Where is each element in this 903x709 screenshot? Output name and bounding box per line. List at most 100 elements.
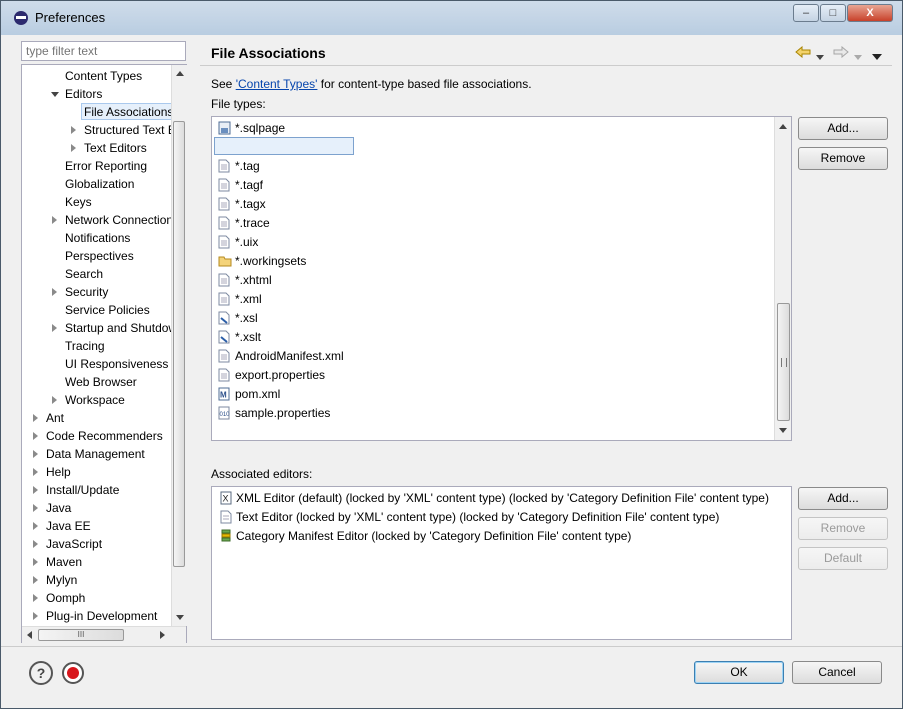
collapsed-chevron-icon[interactable] [52,288,57,296]
category-editor-icon [220,529,232,548]
scroll-right-icon[interactable] [160,631,165,639]
collapsed-chevron-icon[interactable] [33,468,38,476]
collapsed-chevron-icon[interactable] [33,594,38,602]
forward-menu-chevron-icon[interactable] [854,50,862,64]
tree-item[interactable]: File Associations [84,103,173,121]
scroll-up-icon[interactable] [176,71,184,76]
help-icon[interactable]: ? [29,661,53,685]
file-type-name: *.xsl [235,311,258,325]
collapsed-chevron-icon[interactable] [71,126,76,134]
tree-item[interactable]: JavaScript [46,535,102,553]
tree-item[interactable]: Security [65,283,108,301]
collapsed-chevron-icon[interactable] [52,324,57,332]
tree-item[interactable]: Java [46,499,71,517]
tree-item[interactable]: Install/Update [46,481,119,499]
folder-icon [218,254,232,273]
file-types-list[interactable]: *.sqlpageX*.svg*.tag*.tagf*.tagx*.trace*… [211,116,792,441]
text-file-icon [218,292,230,311]
associated-editors-list[interactable]: X XML Editor (default) (locked by 'XML' c… [211,486,792,640]
tree-item[interactable]: Mylyn [46,571,77,589]
preferences-tree[interactable]: Content Types Editors File Associations Str… [21,64,187,643]
tree-item[interactable]: Startup and Shutdow [65,319,177,337]
title-bar[interactable]: Preferences – □ X [1,1,902,35]
tree-horizontal-scrollbar[interactable]: III [22,626,186,643]
tree-item[interactable]: UI Responsiveness M [65,355,182,373]
collapsed-chevron-icon[interactable] [33,576,38,584]
filter-input[interactable] [21,41,186,61]
cancel-button[interactable]: Cancel [792,661,882,684]
scroll-left-icon[interactable] [27,631,32,639]
collapsed-chevron-icon[interactable] [52,396,57,404]
tree-item[interactable]: Keys [65,193,92,211]
tree-item[interactable]: Tracing [65,337,105,355]
default-editor-button[interactable]: Default [798,547,888,570]
text-file-icon [218,159,230,178]
file-type-name: *.uix [235,235,259,249]
collapsed-chevron-icon[interactable] [33,612,38,620]
remove-file-type-button[interactable]: Remove [798,147,888,170]
tree-item[interactable]: Content Types [65,67,142,85]
collapsed-chevron-icon[interactable] [33,558,38,566]
file-type-name: export.properties [235,368,326,382]
tree-item[interactable]: Java EE [46,517,91,535]
tree-item[interactable]: Plug-in Development [46,607,157,625]
tree-item[interactable]: Workspace [65,391,125,409]
filetypes-scroll-up-icon[interactable] [779,124,787,129]
tree-item[interactable]: Service Policies [65,301,150,319]
add-file-type-button[interactable]: Add... [798,117,888,140]
back-arrow-icon[interactable] [795,45,811,61]
filetypes-scroll-thumb[interactable] [777,303,790,421]
collapsed-chevron-icon[interactable] [33,414,38,422]
back-menu-chevron-icon[interactable] [816,50,824,64]
tree-item[interactable]: Code Recommenders [46,427,163,445]
collapsed-chevron-icon[interactable] [33,540,38,548]
tree-item[interactable]: Globalization [65,175,134,193]
collapsed-chevron-icon[interactable] [71,144,76,152]
content-types-link[interactable]: 'Content Types' [236,77,318,91]
maximize-button[interactable]: □ [820,4,846,22]
tree-item[interactable]: Error Reporting [65,157,147,175]
tree-scroll-thumb[interactable] [173,121,185,567]
collapsed-chevron-icon[interactable] [33,522,38,530]
view-menu-icon[interactable] [872,50,882,64]
filetypes-scroll-down-icon[interactable] [779,428,787,433]
text-file-icon [218,197,230,216]
tree-vertical-scrollbar[interactable] [171,65,187,626]
tree-item[interactable]: Notifications [65,229,130,247]
editor-name: Category Manifest Editor (locked by 'Cat… [236,529,632,543]
tree-item[interactable]: Editors [65,85,102,103]
collapsed-chevron-icon[interactable] [33,504,38,512]
collapsed-chevron-icon[interactable] [33,450,38,458]
close-button[interactable]: X [847,4,893,22]
add-editor-button[interactable]: Add... [798,487,888,510]
minimize-button[interactable]: – [793,4,819,22]
file-types-scrollbar[interactable] [774,117,791,440]
collapsed-chevron-icon[interactable] [33,432,38,440]
file-type-selection-highlight [214,137,354,155]
tree-item[interactable]: Help [46,463,71,481]
tree-item[interactable]: Perspectives [65,247,134,265]
forward-arrow-icon[interactable] [833,45,849,61]
tree-item[interactable]: Network Connection [65,211,173,229]
remove-editor-button[interactable]: Remove [798,517,888,540]
tree-item[interactable]: Search [65,265,103,283]
tree-item[interactable]: Text Editors [84,139,147,157]
window-title: Preferences [35,10,106,25]
collapsed-chevron-icon[interactable] [33,486,38,494]
record-icon[interactable] [62,662,84,684]
tree-item[interactable]: Structured Text E [84,121,176,139]
scroll-down-icon[interactable] [176,615,184,620]
tree-item[interactable]: Ant [46,409,64,427]
tree-item[interactable]: Data Management [46,445,145,463]
maven-file-icon: M [218,387,230,406]
file-types-label: File types: [211,97,266,111]
collapsed-chevron-icon[interactable] [52,216,57,224]
tree-item[interactable]: Maven [46,553,82,571]
ok-button[interactable]: OK [694,661,784,684]
xsl-file-icon [218,330,230,349]
xsl-file-icon [218,311,230,330]
expanded-chevron-icon[interactable] [51,92,59,97]
tree-item[interactable]: Oomph [46,589,85,607]
tree-item[interactable]: Web Browser [65,373,137,391]
tree-hscroll-thumb[interactable]: III [38,629,124,641]
